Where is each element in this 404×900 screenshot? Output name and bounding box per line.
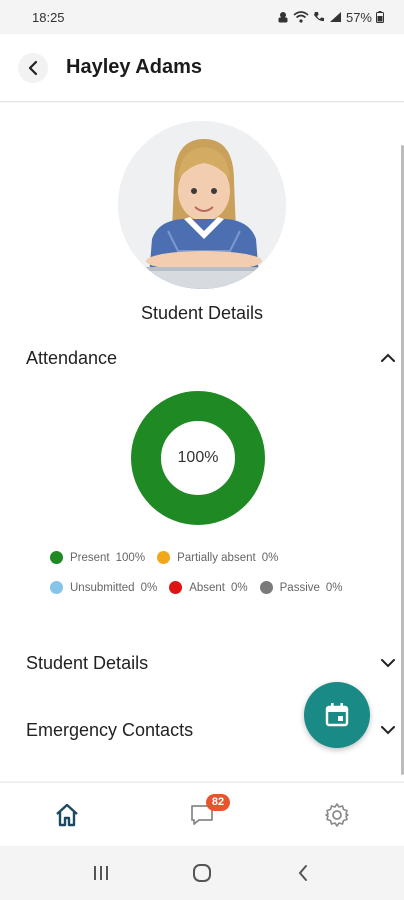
bottom-navigation: 82 [0,782,404,846]
calendar-icon [325,703,349,727]
nav-messages[interactable]: 82 [172,790,232,840]
legend-value: 0% [325,581,343,594]
profile-caption: Student Details [140,303,264,323]
recent-apps-button[interactable] [81,853,121,893]
status-time: 18:25 [32,9,65,25]
attendance-title: Attendance [26,347,118,368]
system-navigation-bar [0,846,404,900]
legend-dot [157,551,171,564]
call-icon [313,12,324,22]
chevron-down-icon [381,659,395,668]
legend-label: Present [70,551,110,564]
legend-value: 0% [261,551,279,564]
legend-value: 0% [140,581,158,594]
battery-icon [376,11,384,23]
legend-label: Unsubmitted [70,581,135,594]
legend-row-2: Unsubmitted 0% Absent 0% Passive 0% [50,581,355,594]
legend-unsubmitted: Unsubmitted 0% [50,581,157,594]
chevron-up-icon [381,353,395,362]
wifi-icon [293,11,309,23]
legend-label: Absent [189,581,225,594]
home-system-button[interactable] [182,853,222,893]
legend-absent: Absent 0% [169,581,248,594]
legend-dot [50,551,63,564]
page-title: Hayley Adams [66,56,202,78]
legend-row-1: Present 100% Partially absent 0% [50,551,290,564]
chevron-down-icon [381,726,395,735]
legend-dot [259,581,273,594]
status-icons: 57% [277,10,384,25]
donut-center-label: 100% [177,449,219,466]
student-photo [118,121,286,289]
back-button[interactable] [18,52,48,83]
signal-icon [329,12,341,22]
battery-percent: 57% [345,9,372,25]
legend-partially-absent: Partially absent 0% [157,551,278,564]
student-details-title: Student Details [26,652,149,673]
messages-badge: 82 [205,793,230,811]
legend-label: Partially absent [177,551,256,564]
home-circle-icon [192,864,211,882]
legend-label: Passive [279,581,320,594]
home-icon [56,803,79,826]
gear-icon [324,802,349,827]
arrow-back-icon [28,60,38,75]
nav-settings[interactable] [307,790,367,840]
nav-home[interactable] [37,790,97,840]
back-system-button[interactable] [283,853,323,893]
legend-present: Present 100% [50,551,145,564]
back-chevron-icon [298,865,308,881]
app-bar: Hayley Adams [0,34,404,102]
legend-value: 100% [115,551,146,564]
profile-lock-icon [278,12,288,23]
student-content: Student Details Attendance 100% Present … [0,103,404,781]
recent-apps-icon [93,866,108,880]
legend-value: 0% [231,581,248,594]
emergency-contacts-title: Emergency Contacts [26,719,194,740]
calendar-fab-button[interactable] [304,682,370,748]
attendance-section-header[interactable]: Attendance [26,343,396,373]
legend-dot [169,581,183,594]
legend-passive: Passive 0% [259,581,343,594]
status-bar: 18:25 57% [0,0,404,34]
student-details-section-header[interactable]: Student Details [26,648,396,678]
legend-dot [50,581,63,594]
